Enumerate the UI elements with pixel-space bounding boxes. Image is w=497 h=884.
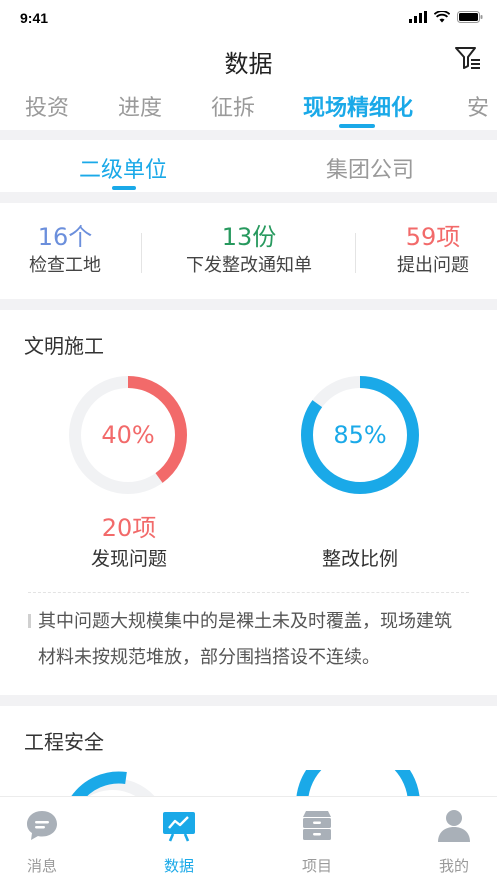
status-icons bbox=[409, 11, 483, 23]
filter-button[interactable] bbox=[453, 43, 483, 73]
nav-messages[interactable]: 消息 bbox=[2, 805, 82, 876]
tab-investment[interactable]: 投资 bbox=[25, 90, 69, 122]
summary-stats: 16个 检查工地 13份 下发整改通知单 59项 提出问题 bbox=[0, 203, 497, 299]
stat-value: 16个 bbox=[37, 223, 93, 251]
stat-sites-checked: 16个 检查工地 bbox=[0, 221, 145, 279]
stat-issues-raised: 59项 提出问题 bbox=[353, 221, 497, 279]
nav-label: 我的 bbox=[438, 857, 469, 875]
nav-profile[interactable]: 我的 bbox=[414, 805, 494, 876]
ring-label: 整改比例 bbox=[321, 548, 398, 570]
stat-value: 59项 bbox=[405, 223, 461, 251]
tab-active-indicator bbox=[339, 124, 375, 128]
tab-group-company[interactable]: 集团公司 bbox=[326, 152, 414, 184]
user-icon bbox=[438, 810, 470, 842]
section-title: 工程安全 bbox=[24, 730, 104, 754]
nav-projects[interactable]: 项目 bbox=[277, 805, 357, 876]
status-time: 9:41 bbox=[20, 10, 49, 26]
filter-icon bbox=[455, 47, 480, 69]
unit-tabs: 二级单位 集团公司 bbox=[0, 140, 497, 192]
nav-label: 数据 bbox=[163, 857, 194, 875]
stat-notices-issued: 13份 下发整改通知单 bbox=[169, 221, 329, 279]
tab-site-refinement[interactable]: 现场精细化 bbox=[303, 90, 413, 122]
tab-secondary-unit[interactable]: 二级单位 bbox=[79, 152, 167, 184]
chart-board-icon bbox=[163, 812, 195, 842]
ring-label: 发现问题 bbox=[90, 548, 167, 570]
issues-count: 20项 bbox=[101, 514, 157, 542]
tab-demolition[interactable]: 征拆 bbox=[211, 90, 255, 122]
rectification-ring: 85% bbox=[298, 373, 422, 497]
divider bbox=[28, 592, 469, 593]
summary-note: 其中问题大规模集中的是裸土未及时覆盖，现场建筑材料未按规范堆放，部分围挡搭设不连… bbox=[38, 611, 452, 668]
tab-progress[interactable]: 进度 bbox=[118, 90, 162, 122]
stat-value: 13份 bbox=[221, 223, 277, 251]
status-bar: 9:41 bbox=[0, 0, 497, 38]
civilized-construction-card: 文明施工 40% 20项 发现问题 85% 整改比例 其中问题大规模集中的是裸土… bbox=[0, 310, 497, 695]
stat-divider bbox=[141, 233, 142, 273]
ring-percent: 40% bbox=[101, 421, 155, 449]
category-tabs: 投资 进度 征拆 现场精细化 安 bbox=[0, 78, 497, 130]
issues-ring: 40% bbox=[66, 373, 190, 497]
bottom-nav: 消息 数据 项目 我的 bbox=[0, 796, 497, 884]
cellular-signal-icon bbox=[409, 11, 427, 23]
wifi-icon bbox=[434, 11, 450, 23]
stat-label: 检查工地 bbox=[29, 255, 101, 276]
section-title: 文明施工 bbox=[24, 334, 104, 358]
tab-safety[interactable]: 安 bbox=[467, 90, 489, 122]
battery-icon bbox=[457, 11, 483, 23]
nav-label: 项目 bbox=[301, 857, 332, 875]
archive-icon bbox=[303, 811, 331, 840]
message-icon bbox=[27, 811, 57, 840]
subtab-active-indicator bbox=[112, 186, 136, 190]
nav-bar: 数据 bbox=[0, 38, 497, 78]
page-title: 数据 bbox=[224, 50, 273, 78]
ring-percent: 85% bbox=[333, 421, 387, 449]
nav-label: 消息 bbox=[26, 857, 57, 875]
note-marker bbox=[28, 614, 31, 628]
nav-data[interactable]: 数据 bbox=[139, 805, 219, 876]
stat-label: 下发整改通知单 bbox=[186, 255, 312, 276]
stat-label: 提出问题 bbox=[397, 255, 469, 276]
